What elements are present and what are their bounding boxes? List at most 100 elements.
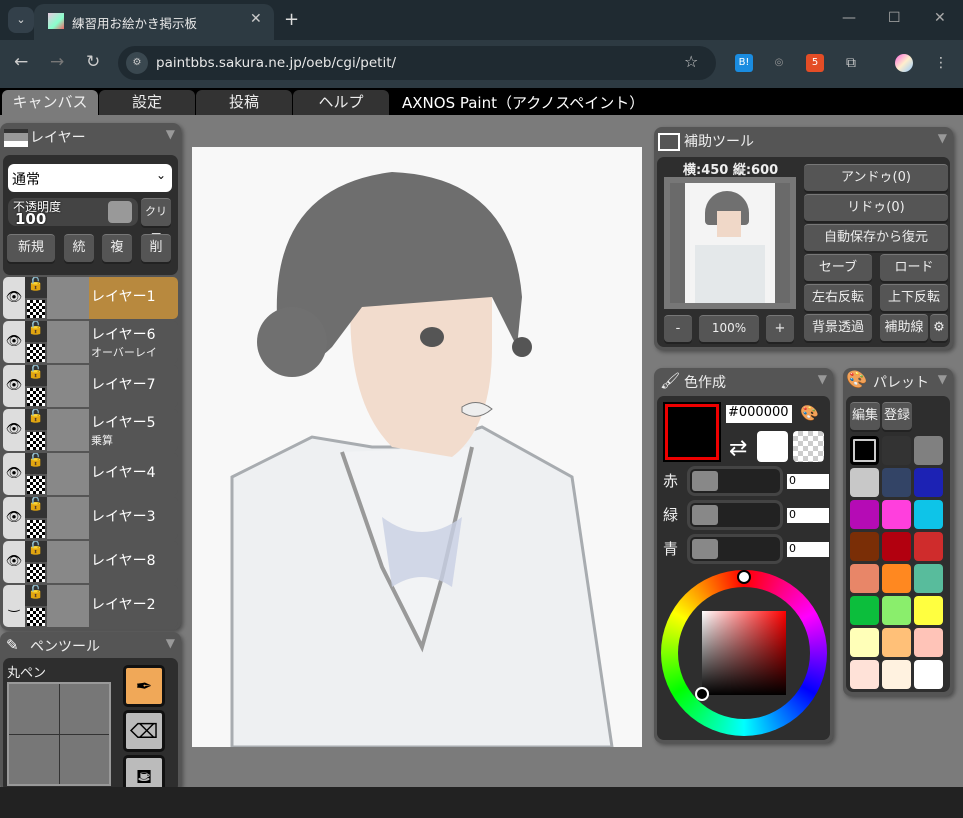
transparency-lock-icon[interactable] <box>27 608 45 626</box>
layer-row[interactable]: 👁 🔓 レイヤー7 <box>3 365 178 407</box>
tab-search-icon[interactable]: ⌄ <box>8 7 34 33</box>
eye-icon[interactable]: 👁 <box>3 541 25 583</box>
tab-settings[interactable]: 設定 <box>99 90 195 115</box>
palette-swatch[interactable] <box>882 660 911 689</box>
new-layer-button[interactable]: 新規 <box>7 234 55 262</box>
opacity-slider[interactable]: 不透明度 100 <box>8 198 138 228</box>
browser-tab[interactable]: 練習用お絵かき掲示板 ✕ <box>34 4 274 40</box>
eye-icon[interactable]: 👁 <box>3 321 25 363</box>
save-button[interactable]: セーブ <box>804 254 872 281</box>
tab-help[interactable]: ヘルプ <box>293 90 389 115</box>
lock-icon[interactable]: 🔓 <box>25 277 47 298</box>
transparency-lock-icon[interactable] <box>27 432 45 450</box>
palette-swatch[interactable] <box>914 468 943 497</box>
zoom-out-button[interactable]: - <box>664 315 692 342</box>
zoom-level[interactable]: 100% <box>699 315 759 342</box>
clear-button[interactable]: クリア <box>141 198 171 244</box>
layer-row[interactable]: 👁 🔓 レイヤー5 乗算 <box>3 409 178 451</box>
slider-handle[interactable] <box>108 201 132 223</box>
eraser-icon[interactable]: ⌫ <box>123 710 165 752</box>
transparency-lock-icon[interactable] <box>27 520 45 538</box>
palette-swatch[interactable] <box>914 436 943 465</box>
palette-edit-button[interactable]: 編集 <box>850 402 880 430</box>
close-window-icon[interactable]: ✕ <box>934 10 946 26</box>
hue-wheel[interactable] <box>661 570 827 736</box>
profile-avatar[interactable] <box>895 54 913 72</box>
palette-swatch[interactable] <box>850 596 879 625</box>
eye-closed-icon[interactable]: ‿ <box>3 585 25 627</box>
collapse-icon[interactable]: ▼ <box>938 131 947 145</box>
blue-value[interactable]: 0 <box>787 542 829 557</box>
background-transparent-button[interactable]: 背景透過 <box>804 314 872 341</box>
palette-register-button[interactable]: 登録 <box>882 402 912 430</box>
site-info-icon[interactable]: ⚙ <box>126 52 148 74</box>
palette-swatch[interactable] <box>850 500 879 529</box>
slider-handle[interactable] <box>692 539 718 559</box>
swap-colors-icon[interactable]: ⇄ <box>729 436 747 461</box>
transparency-lock-icon[interactable] <box>27 476 45 494</box>
slider-handle[interactable] <box>692 505 718 525</box>
hex-input[interactable]: #000000 <box>726 405 792 423</box>
palette-icon[interactable]: 🎨 <box>800 404 819 422</box>
collapse-icon[interactable]: ▼ <box>166 127 175 141</box>
duplicate-layer-button[interactable]: 複 <box>102 234 132 262</box>
mouse-icon[interactable]: ◎ <box>770 54 788 72</box>
forward-icon[interactable]: → <box>50 52 64 72</box>
palette-swatch[interactable] <box>850 628 879 657</box>
palette-swatch[interactable] <box>882 532 911 561</box>
layer-row[interactable]: 👁 🔓 レイヤー8 <box>3 541 178 583</box>
palette-swatch[interactable] <box>914 500 943 529</box>
eye-icon[interactable]: 👁 <box>3 409 25 451</box>
html5-icon[interactable]: 5 <box>806 54 824 72</box>
blue-slider[interactable] <box>687 534 783 564</box>
palette-swatch[interactable] <box>914 532 943 561</box>
eye-icon[interactable]: 👁 <box>3 453 25 495</box>
red-value[interactable]: 0 <box>787 474 829 489</box>
layer-row[interactable]: 👁 🔓 レイヤー4 <box>3 453 178 495</box>
lock-icon[interactable]: 🔓 <box>25 497 47 518</box>
url-field[interactable]: ⚙ paintbbs.sakura.ne.jp/oeb/cgi/petit/ ☆ <box>118 46 716 80</box>
blend-mode-select[interactable]: 通常 ⌄ <box>8 164 172 192</box>
palette-swatch[interactable] <box>882 596 911 625</box>
bookmark-star-icon[interactable]: ☆ <box>684 52 698 71</box>
lock-icon[interactable]: 🔓 <box>25 585 47 606</box>
collapse-icon[interactable]: ▼ <box>938 372 947 386</box>
palette-swatch[interactable] <box>914 628 943 657</box>
green-slider[interactable] <box>687 500 783 530</box>
restore-autosave-button[interactable]: 自動保存から復元 <box>804 224 948 251</box>
extensions-icon[interactable]: ⧉ <box>842 54 860 72</box>
more-icon[interactable]: ⋮ <box>932 54 950 72</box>
new-tab-icon[interactable]: + <box>284 9 299 30</box>
sub-color-swatch[interactable] <box>757 431 788 462</box>
lock-icon[interactable]: 🔓 <box>25 409 47 430</box>
saturation-value-square[interactable] <box>702 611 786 695</box>
collapse-icon[interactable]: ▼ <box>166 636 175 650</box>
lock-icon[interactable]: 🔓 <box>25 541 47 562</box>
flip-vertical-button[interactable]: 上下反転 <box>880 284 948 311</box>
maximize-icon[interactable]: ☐ <box>888 10 901 26</box>
palette-swatch[interactable] <box>882 436 911 465</box>
palette-swatch[interactable] <box>850 532 879 561</box>
zoom-in-button[interactable]: + <box>766 315 794 342</box>
lock-icon[interactable]: 🔓 <box>25 321 47 342</box>
merge-layer-button[interactable]: 統 <box>64 234 94 262</box>
palette-swatch[interactable] <box>882 564 911 593</box>
lock-icon[interactable]: 🔓 <box>25 365 47 386</box>
undo-button[interactable]: アンドゥ(0) <box>804 164 948 191</box>
close-icon[interactable]: ✕ <box>250 11 262 27</box>
minimize-icon[interactable]: — <box>842 10 856 26</box>
hatena-bookmark-icon[interactable]: B! <box>735 54 753 72</box>
lock-icon[interactable]: 🔓 <box>25 453 47 474</box>
drawing-canvas[interactable] <box>192 147 642 747</box>
pen-icon[interactable]: ✒ <box>123 665 165 707</box>
transparency-lock-icon[interactable] <box>27 300 45 318</box>
gear-icon[interactable]: ⚙ <box>930 314 948 341</box>
redo-button[interactable]: リドゥ(0) <box>804 194 948 221</box>
palette-swatch[interactable] <box>882 500 911 529</box>
guide-lines-button[interactable]: 補助線 <box>880 314 928 341</box>
delete-layer-button[interactable]: 削 <box>141 234 171 262</box>
transparent-color-swatch[interactable] <box>793 431 824 462</box>
eye-icon[interactable]: 👁 <box>3 277 25 319</box>
palette-swatch[interactable] <box>850 468 879 497</box>
palette-swatch[interactable] <box>850 436 879 465</box>
